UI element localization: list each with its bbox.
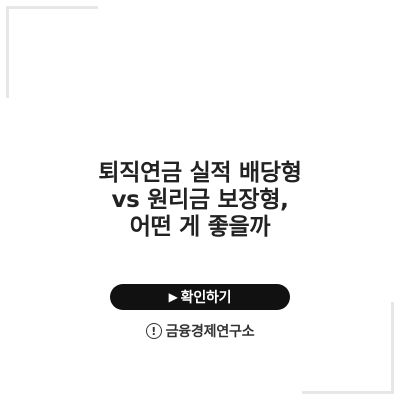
confirm-button[interactable]: ▶ 확인하기 xyxy=(110,284,290,310)
brand-footer: ! 금융경제연구소 xyxy=(0,321,400,341)
corner-bottom-right-horizontal xyxy=(302,391,394,394)
corner-top-left-vertical xyxy=(6,6,9,98)
title-line-3: 어떤 게 좋을까 xyxy=(129,214,271,240)
exclamation-circle-icon: ! xyxy=(145,323,162,339)
corner-top-left-horizontal xyxy=(6,6,98,9)
brand-label: 금융경제연구소 xyxy=(165,324,255,340)
corner-bottom-right-vertical xyxy=(391,302,394,394)
play-triangle-icon: ▶ xyxy=(168,290,178,304)
title-line-2: vs 원리금 보장형, xyxy=(111,187,289,213)
title-line-1: 퇴직연금 실적 배당형 xyxy=(98,160,302,186)
confirm-button-label: 확인하기 xyxy=(180,290,232,306)
page-title: 퇴직연금 실적 배당형 vs 원리금 보장형, 어떤 게 좋을까 xyxy=(0,160,400,241)
